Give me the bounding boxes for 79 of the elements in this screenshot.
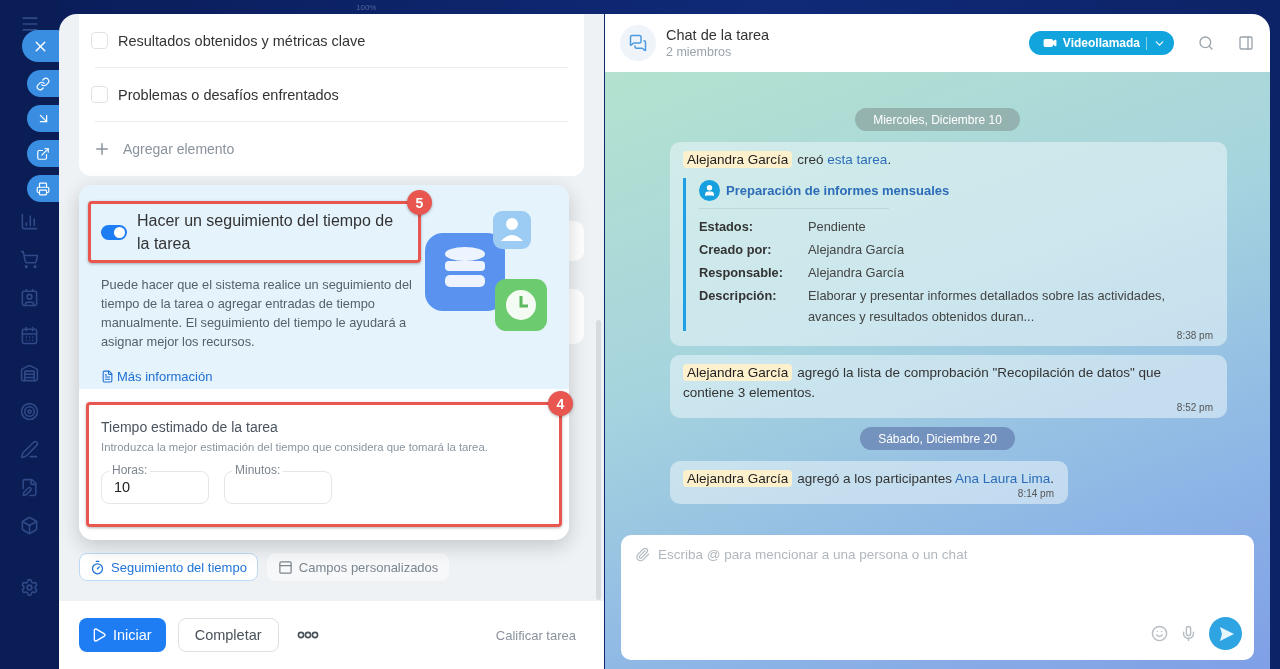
print-button[interactable] xyxy=(27,175,59,202)
checklist-item: Problemas o desafíos enfrentados xyxy=(118,86,339,103)
message-time: 8:52 pm xyxy=(1175,402,1213,414)
rate-task-link[interactable]: Calificar tarea xyxy=(495,627,576,643)
description-text: Puede hacer que el sistema realice un seguimiento del tiempo de la tarea o agregar entradas de tiempo manualmente. El seguimiento del tiempo le ayudará a asignar mejor los recursos. xyxy=(101,276,413,351)
microphone-icon[interactable] xyxy=(1180,625,1197,642)
field-label: Descripción: xyxy=(699,287,778,305)
time-field[interactable]: Minutos: xyxy=(224,463,332,504)
more-info-link[interactable]: Más información xyxy=(101,369,213,384)
panel-icon xyxy=(277,559,293,575)
checkbox[interactable] xyxy=(91,32,108,49)
checklist-item: Resultados obtenidos y métricas clave xyxy=(118,32,366,49)
scrollbar[interactable] xyxy=(596,320,601,600)
timer-icon xyxy=(90,559,105,575)
mention-chip[interactable]: Alejandra García xyxy=(683,151,793,168)
date-divider: Miercoles, Diciembre 10 xyxy=(855,108,1020,131)
mention-chip[interactable]: Alejandra García xyxy=(683,364,793,381)
send-icon xyxy=(1219,625,1235,642)
message-time: 8:38 pm xyxy=(1175,330,1213,342)
message-text: Alejandra García creó esta tarea. xyxy=(683,150,1213,170)
nav-icon[interactable] xyxy=(20,516,39,535)
nav-icon[interactable] xyxy=(20,326,39,345)
add-item-button[interactable]: Agregar elemento xyxy=(91,122,235,176)
printer-icon xyxy=(36,181,50,196)
zoom-label: 100% xyxy=(356,2,377,12)
play-icon xyxy=(91,627,107,643)
chat-icon xyxy=(620,25,656,61)
field-value: Alejandra García xyxy=(808,264,906,282)
attach-icon[interactable] xyxy=(635,547,650,562)
nav-icon[interactable] xyxy=(20,478,39,497)
checkbox[interactable] xyxy=(91,86,108,103)
message-text: Alejandra García agregó la lista de comprobación "Recopilación de datos" que contiene 3 elementos. xyxy=(683,363,1163,402)
video-call-button[interactable]: Videollamada xyxy=(1028,31,1174,55)
arrow-button[interactable] xyxy=(27,105,59,132)
copy-link-button[interactable] xyxy=(27,70,59,97)
nav-icon[interactable] xyxy=(20,402,39,421)
open-external-button[interactable] xyxy=(27,140,59,167)
step-badge: 4 xyxy=(548,391,573,416)
close-button[interactable] xyxy=(22,30,59,62)
panel-icon[interactable] xyxy=(1238,35,1254,51)
send-button[interactable] xyxy=(1209,617,1242,650)
field-value: Elaborar y presentar informes detallados sobre las actividades, avances y resultados obtenidos duran... xyxy=(808,287,1167,326)
message-text: Alejandra García agregó a los participantes Ana Laura Lima. xyxy=(683,469,1054,489)
nav-icon[interactable] xyxy=(20,212,39,231)
settings-icon[interactable] xyxy=(20,578,39,597)
nav-icon[interactable] xyxy=(20,250,39,269)
estimate-title: Tiempo estimado de la tarea xyxy=(101,419,279,435)
link-icon xyxy=(36,76,50,91)
start-button[interactable]: Iniciar xyxy=(79,618,166,652)
document-icon xyxy=(101,370,114,383)
search-icon[interactable] xyxy=(1198,35,1214,51)
external-link-icon xyxy=(36,146,50,161)
field-value: Alejandra García xyxy=(808,241,906,259)
chat-title: Chat de la tarea xyxy=(666,27,770,43)
time-field[interactable]: Horas: 10 xyxy=(101,463,209,504)
step-badge: 5 xyxy=(407,190,432,215)
date-divider: Sábado, Diciembre 20 xyxy=(860,427,1015,450)
message-time: 8:14 pm xyxy=(1016,488,1054,500)
estimate-hint: Introduzca la mejor estimación del tiempo que considera que tomará la tarea. xyxy=(101,441,489,453)
nav-icon[interactable] xyxy=(20,288,39,307)
video-camera-icon xyxy=(1042,36,1057,50)
nav-icon[interactable] xyxy=(20,440,39,459)
field-label: Creado por: xyxy=(699,241,773,259)
nav-icon[interactable] xyxy=(20,364,39,383)
field-value: Pendiente xyxy=(808,218,867,236)
tab[interactable]: Campos personalizados xyxy=(266,553,450,581)
tab[interactable]: Seguimiento del tiempo xyxy=(79,553,258,581)
more-icon[interactable] xyxy=(296,631,319,639)
user-icon xyxy=(699,180,720,201)
complete-button[interactable]: Completar xyxy=(177,618,279,652)
emoji-icon[interactable] xyxy=(1151,625,1168,642)
task-title-link[interactable]: Preparación de informes mensuales xyxy=(726,183,950,198)
plus-icon xyxy=(93,140,111,158)
field-label: Estados: xyxy=(699,218,755,236)
members-count[interactable]: 2 miembros xyxy=(666,45,770,59)
field-label: Responsable: xyxy=(699,264,784,282)
mention-chip[interactable]: Alejandra García xyxy=(683,470,793,487)
toggle-switch[interactable] xyxy=(101,224,127,240)
popup-title: Hacer un seguimiento del tiempo de la tarea xyxy=(137,211,395,254)
